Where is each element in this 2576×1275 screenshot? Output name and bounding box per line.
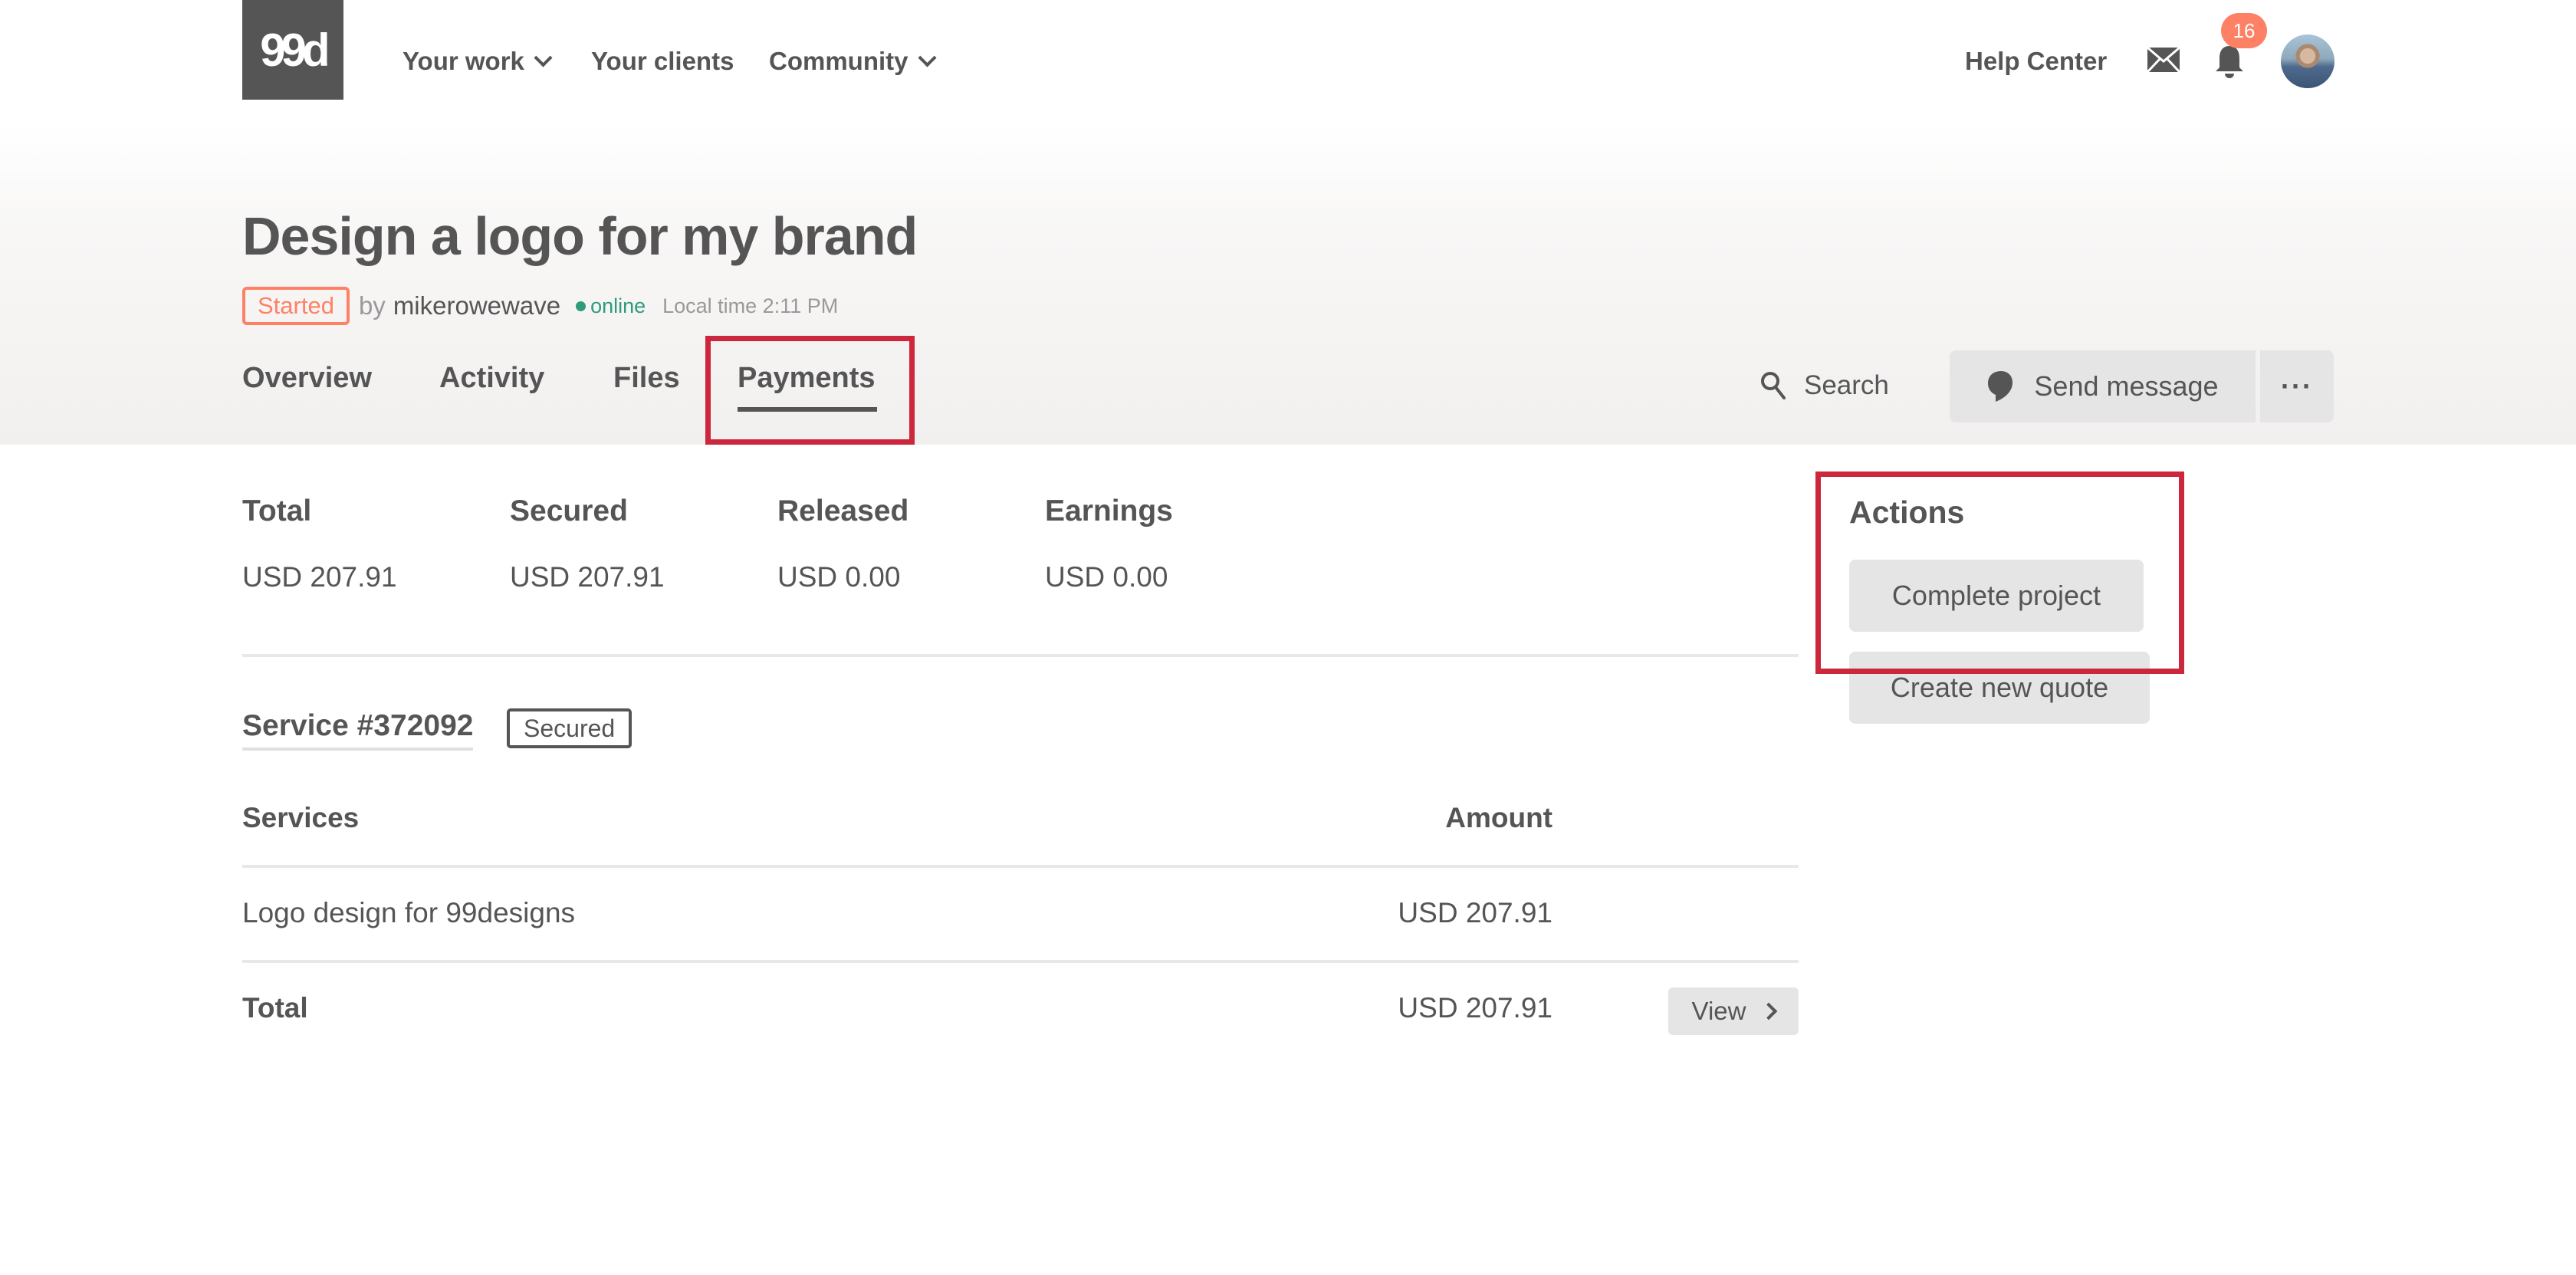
total-amount: USD 207.91 xyxy=(1398,992,1552,1024)
service-row-amount: USD 207.91 xyxy=(1398,897,1552,928)
service-status-label: Secured xyxy=(524,714,616,742)
notification-count-badge: 16 xyxy=(2221,13,2267,48)
search-icon xyxy=(1761,372,1786,399)
complete-project-label: Complete project xyxy=(1891,580,2101,611)
nav-community[interactable]: Community xyxy=(769,43,937,80)
summary-earnings-label: Earnings xyxy=(1045,495,1173,527)
chevron-down-icon xyxy=(534,48,553,67)
service-title-link[interactable]: Service #372092 xyxy=(242,709,474,751)
notification-count: 16 xyxy=(2233,18,2256,42)
client-username[interactable]: mikerowewave xyxy=(393,291,560,320)
tab-payments[interactable]: Payments xyxy=(738,357,876,399)
summary-total-label: Total xyxy=(242,495,312,527)
help-center-label: Help Center xyxy=(1965,47,2108,75)
tab-overview-label: Overview xyxy=(242,361,372,394)
nav-your-clients-label: Your clients xyxy=(591,47,734,75)
online-dot-icon xyxy=(576,301,586,311)
chevron-down-icon xyxy=(917,48,937,67)
complete-project-button[interactable]: Complete project xyxy=(1849,560,2144,632)
presence-status: online xyxy=(590,294,646,317)
local-time: Local time 2:11 PM xyxy=(662,294,839,317)
nav-your-clients[interactable]: Your clients xyxy=(591,43,734,80)
speech-bubble-icon xyxy=(1988,371,2013,402)
more-options-button[interactable]: ··· xyxy=(2260,350,2334,422)
summary-secured-value: USD 207.91 xyxy=(510,561,665,593)
nav-your-work-label: Your work xyxy=(402,47,524,75)
tab-activity-label: Activity xyxy=(439,361,545,394)
summary-earnings-value: USD 0.00 xyxy=(1045,561,1168,593)
create-new-quote-label: Create new quote xyxy=(1890,672,2109,703)
tab-files[interactable]: Files xyxy=(613,357,680,399)
table-row-divider xyxy=(242,960,1799,963)
99designs-logo[interactable]: 99d xyxy=(242,0,343,100)
tab-payments-label: Payments xyxy=(738,361,876,394)
nav-community-label: Community xyxy=(769,47,909,75)
nav-your-work[interactable]: Your work xyxy=(402,43,553,80)
by-label: by xyxy=(358,291,386,320)
send-message-label: Send message xyxy=(2034,370,2219,402)
actions-title: Actions xyxy=(1849,495,1965,530)
summary-released-value: USD 0.00 xyxy=(777,561,901,593)
summary-total-value: USD 207.91 xyxy=(242,561,397,593)
service-row-name: Logo design for 99designs xyxy=(242,897,576,928)
page-title: Design a logo for my brand xyxy=(242,206,918,266)
bell-icon[interactable] xyxy=(2214,43,2245,80)
send-message-button[interactable]: Send message xyxy=(1950,350,2256,422)
tab-overview[interactable]: Overview xyxy=(242,357,372,399)
envelope-icon[interactable] xyxy=(2146,46,2181,74)
user-avatar[interactable] xyxy=(2281,35,2334,88)
total-label: Total xyxy=(242,992,308,1024)
summary-divider xyxy=(242,654,1799,657)
column-header-services: Services xyxy=(242,802,360,833)
search-label: Search xyxy=(1804,370,1889,400)
table-header-divider xyxy=(242,865,1799,868)
service-status-badge: Secured xyxy=(507,708,632,748)
view-label: View xyxy=(1691,997,1746,1025)
project-meta: Started by mikerowewave online Local tim… xyxy=(242,285,838,327)
summary-secured-label: Secured xyxy=(510,495,628,527)
summary-released-label: Released xyxy=(777,495,909,527)
more-options-icon: ··· xyxy=(2281,370,2313,402)
column-header-amount: Amount xyxy=(1445,802,1552,833)
tab-files-label: Files xyxy=(613,361,680,394)
logo-text: 99d xyxy=(260,24,330,76)
chevron-right-icon xyxy=(1760,1002,1778,1020)
create-new-quote-button[interactable]: Create new quote xyxy=(1849,652,2150,724)
status-badge: Started xyxy=(242,287,350,325)
search-button[interactable]: Search xyxy=(1760,366,1889,405)
view-button[interactable]: View xyxy=(1668,987,1799,1035)
help-center-link[interactable]: Help Center xyxy=(1965,43,2107,80)
active-tab-indicator xyxy=(738,407,877,412)
tab-activity[interactable]: Activity xyxy=(439,357,544,399)
